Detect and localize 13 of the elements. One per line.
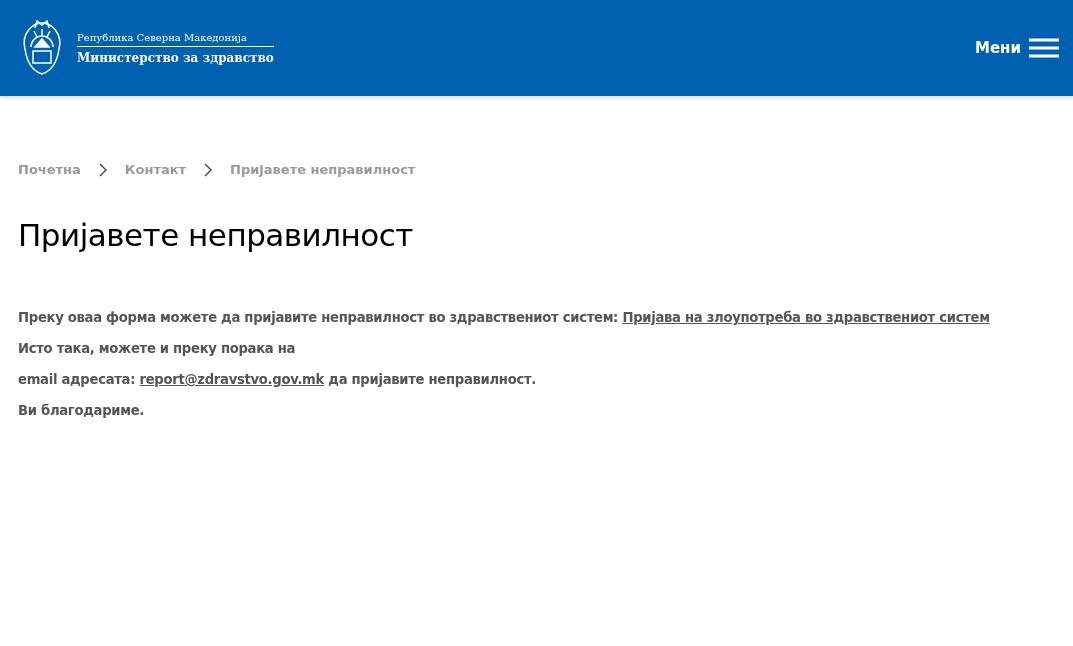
country-name: Република Северна Македонија: [77, 31, 274, 47]
paragraph-text: email адресата: report@zdravstvo.gov.mk да пријавите неправилност.: [18, 371, 537, 389]
paragraph-text: Преку оваа форма можете да пријавите неправилност во здравствениот систем: Пријава на злоупотреба во здравствениот систем: [18, 309, 991, 327]
menu-button[interactable]: Мени: [975, 38, 1059, 58]
text-link[interactable]: report@zdravstvo.gov.mk: [139, 372, 324, 387]
menu-icon: [1029, 38, 1059, 58]
paragraph-text: Ви благодариме.: [18, 402, 146, 420]
text-link[interactable]: Пријава на злоупотреба во здравствениот систем: [622, 310, 990, 325]
chevron-right-icon: [98, 162, 107, 177]
paragraph-text: Исто така, можете и преку порака на: [18, 340, 297, 358]
page-title: Пријавете неправилност: [18, 217, 414, 253]
ministry-name: Министерство за здравство: [77, 49, 274, 65]
chevron-right-icon: [204, 162, 213, 177]
